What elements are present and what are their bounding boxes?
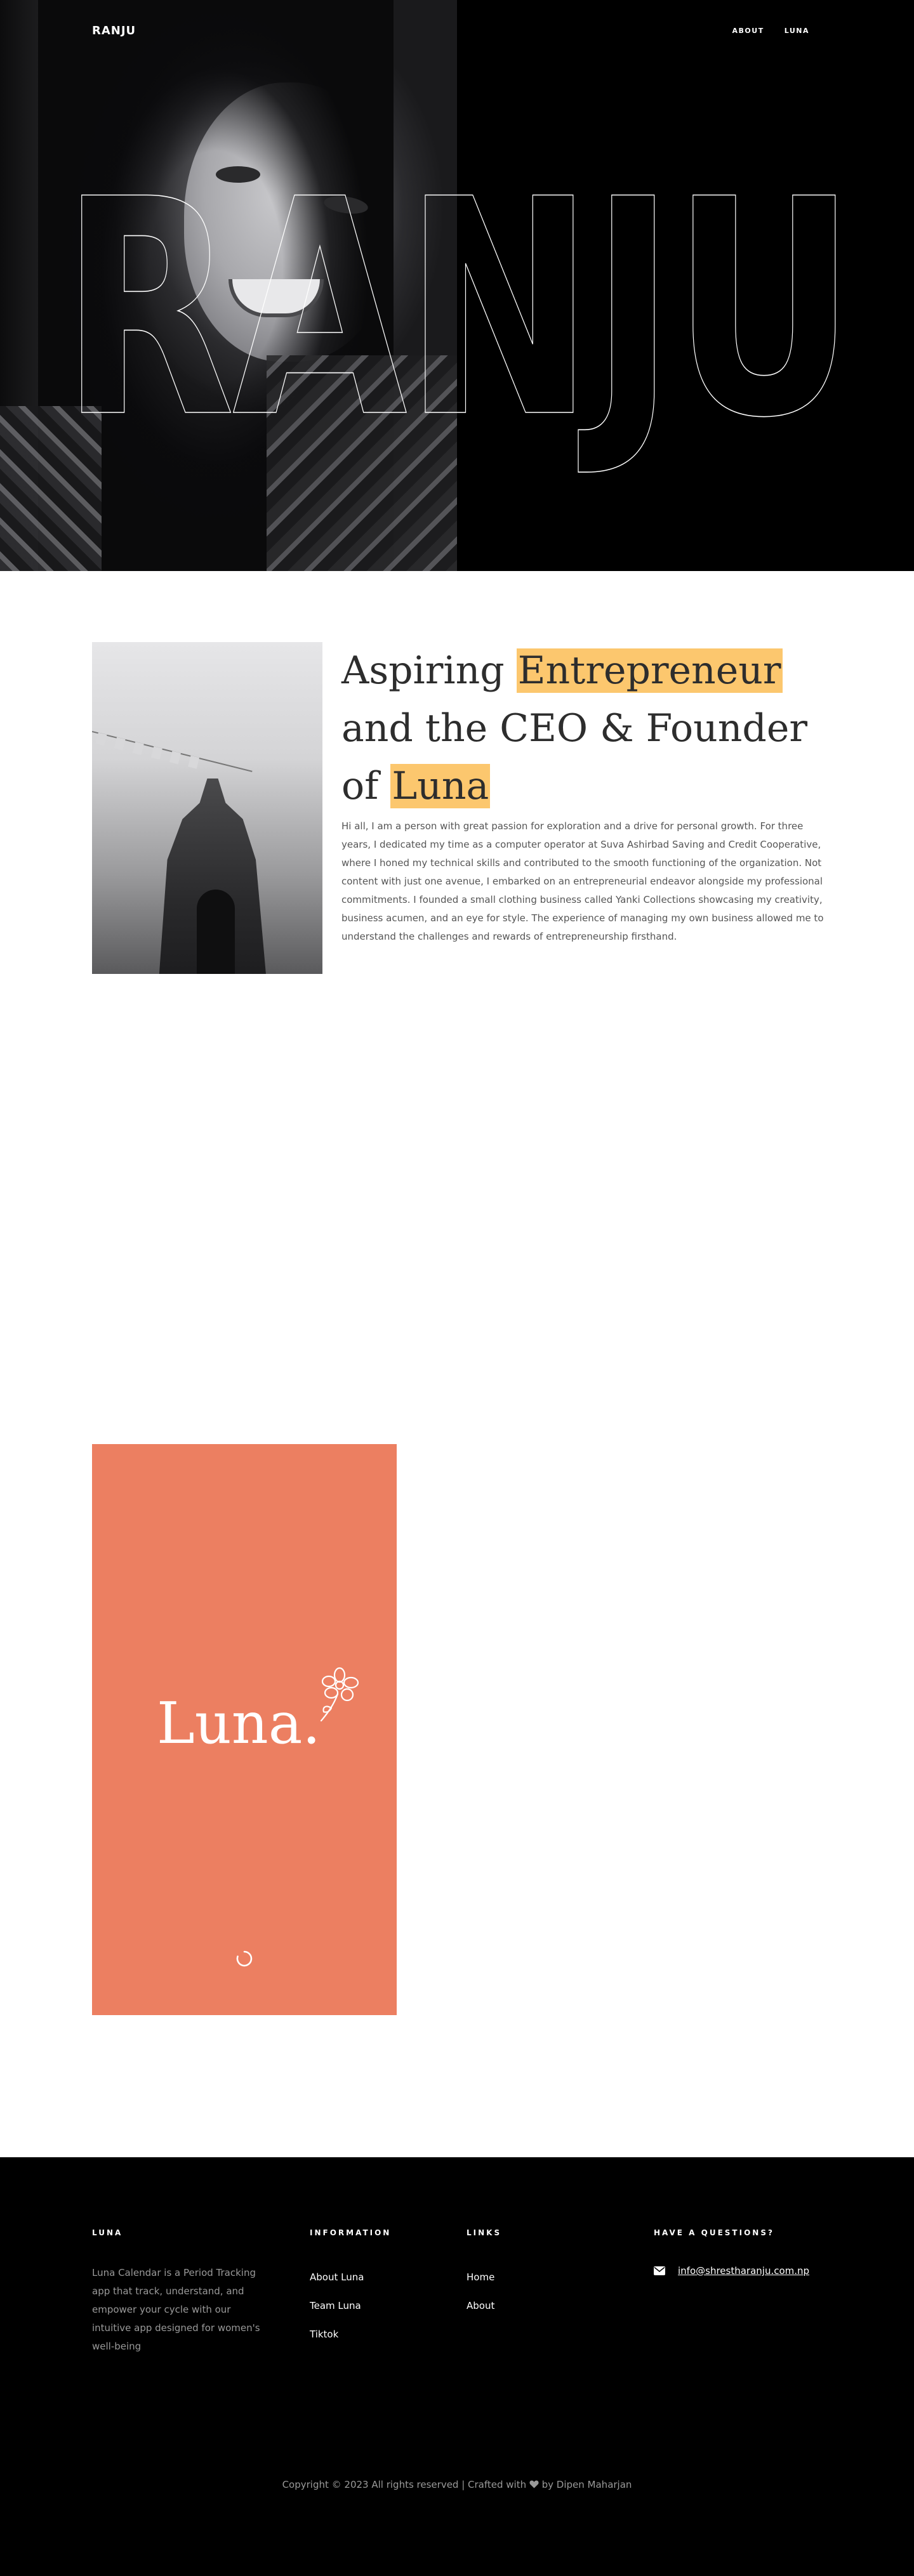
footer-link-home[interactable]: Home (467, 2270, 494, 2284)
about-body-text: Hi all, I am a person with great passion… (341, 820, 824, 942)
footer-link-tiktok[interactable]: Tiktok (310, 2327, 364, 2341)
footer-email-link[interactable]: info@shrestharanju.com.np (654, 2265, 809, 2277)
about-temple-image (92, 642, 322, 974)
hero-outline-word: RANJU (60, 135, 858, 483)
hero-outline-text: RANJU (61, 136, 853, 483)
luna-logo-text: Luna. (157, 1690, 321, 1757)
about-heading-part1: Aspiring (341, 648, 517, 693)
heart-icon (529, 2480, 539, 2488)
envelope-icon (654, 2266, 665, 2275)
footer-heading-links: LINKS (467, 2228, 502, 2237)
footer-email-text: info@shrestharanju.com.np (678, 2265, 810, 2277)
about-heading-highlight-luna: Luna (390, 764, 491, 808)
main-nav: ABOUT LUNA (732, 27, 809, 35)
luna-promo-card[interactable]: Luna. (92, 1444, 397, 2015)
temple-doorway (197, 890, 235, 974)
site-footer: LUNA Luna Calendar is a Period Tracking … (0, 2157, 914, 2576)
nav-link-luna[interactable]: LUNA (785, 27, 809, 35)
footer-heading-questions: HAVE A QUESTIONS? (654, 2228, 774, 2237)
footer-link-about[interactable]: About (467, 2299, 494, 2313)
flower-icon (320, 1667, 359, 1722)
footer-heading-information: INFORMATION (310, 2228, 392, 2237)
about-heading-highlight-entrepreneur: Entrepreneur (516, 648, 783, 693)
nav-link-about[interactable]: ABOUT (732, 27, 764, 35)
footer-information-links: About Luna Team Luna Tiktok (310, 2270, 364, 2356)
loading-spinner-icon (236, 1950, 253, 1967)
copyright-prefix: Copyright © 2023 All rights reserved | C… (282, 2479, 529, 2490)
prayer-flags (92, 731, 253, 772)
footer-links-list: Home About (467, 2270, 494, 2327)
footer-luna-description: Luna Calendar is a Period Tracking app t… (92, 2267, 260, 2352)
copyright-suffix: by Dipen Maharjan (538, 2479, 632, 2490)
footer-link-about-luna[interactable]: About Luna (310, 2270, 364, 2284)
nav-brand-logo[interactable]: RANJU (92, 24, 136, 37)
footer-link-team-luna[interactable]: Team Luna (310, 2299, 364, 2313)
footer-copyright: Copyright © 2023 All rights reserved | C… (0, 2479, 914, 2490)
footer-heading-luna: LUNA (92, 2228, 123, 2237)
hero-section: RANJU RANJU ABOUT LUNA (0, 0, 914, 571)
about-heading: Aspiring Entrepreneur and the CEO & Foun… (341, 642, 830, 815)
